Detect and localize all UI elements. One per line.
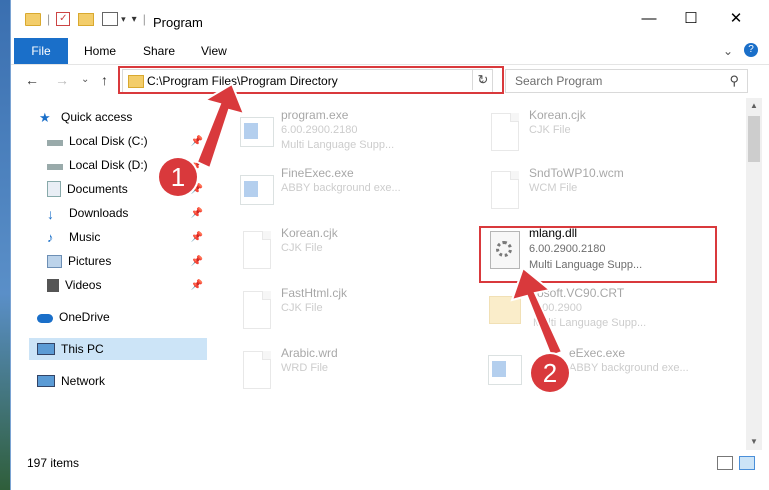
- step-badge-2: 2: [531, 354, 569, 392]
- arrow-1-icon: [195, 82, 246, 170]
- arrow-2-icon: [510, 266, 564, 358]
- step-badge-1: 1: [159, 158, 197, 196]
- annotation-overlay: [195, 82, 564, 358]
